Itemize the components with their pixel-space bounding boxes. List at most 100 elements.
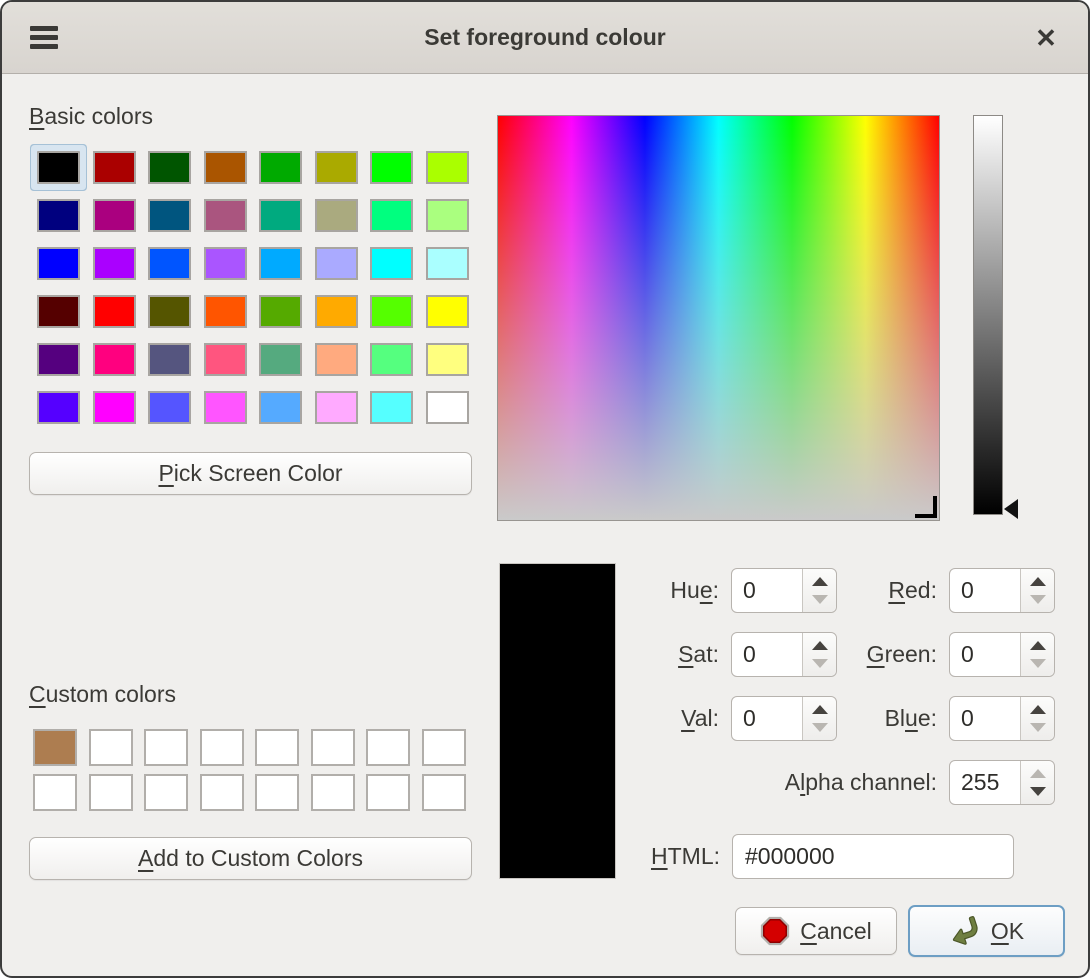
hue-sat-cursor-icon [915,496,937,518]
color-swatch[interactable] [426,343,469,376]
color-swatch[interactable] [426,151,469,184]
alpha-spin-buttons [1020,761,1054,804]
color-swatch[interactable] [259,151,302,184]
value-slider-arrow-icon[interactable] [1004,499,1018,519]
color-swatch[interactable] [93,151,136,184]
green-spin-buttons [1020,633,1054,676]
color-swatch[interactable] [422,729,466,766]
html-label: HTML: [602,834,720,879]
color-swatch[interactable] [426,391,469,424]
color-swatch[interactable] [315,247,358,280]
hue-saturation-gradient[interactable] [497,115,940,521]
close-button[interactable]: ✕ [1028,20,1064,56]
color-swatch[interactable] [37,151,80,184]
color-swatch[interactable] [37,247,80,280]
color-swatch[interactable] [422,774,466,811]
spin-down-icon[interactable] [1030,723,1046,732]
spin-down-icon[interactable] [1030,595,1046,604]
color-swatch[interactable] [144,729,188,766]
color-swatch[interactable] [315,295,358,328]
spin-down-icon[interactable] [1030,659,1046,668]
alpha-value[interactable]: 255 [961,761,1018,804]
color-swatch[interactable] [259,199,302,232]
color-swatch[interactable] [204,151,247,184]
color-swatch[interactable] [144,774,188,811]
add-to-custom-colors-button[interactable]: Add to Custom Colors [29,837,472,880]
hue-label: Hue: [582,568,719,613]
spin-up-icon[interactable] [1030,641,1046,650]
color-swatch[interactable] [311,774,355,811]
color-swatch[interactable] [37,295,80,328]
color-swatch[interactable] [93,391,136,424]
color-swatch[interactable] [93,343,136,376]
color-swatch[interactable] [89,774,133,811]
color-swatch[interactable] [370,151,413,184]
color-swatch[interactable] [426,295,469,328]
window-menu-button[interactable] [30,26,58,50]
color-swatch[interactable] [93,295,136,328]
color-swatch[interactable] [37,343,80,376]
html-hex-input[interactable] [732,834,1014,879]
custom-colors-label: Custom colors [29,681,176,708]
add-to-custom-colors-label: Add to Custom Colors [138,845,363,872]
color-swatch[interactable] [370,391,413,424]
red-spin-buttons [1020,569,1054,612]
color-swatch[interactable] [200,729,244,766]
color-swatch[interactable] [204,343,247,376]
color-swatch[interactable] [93,199,136,232]
green-value[interactable]: 0 [961,633,1018,676]
color-swatch[interactable] [370,295,413,328]
color-swatch[interactable] [204,247,247,280]
color-swatch[interactable] [204,199,247,232]
cancel-button[interactable]: Cancel [735,907,897,955]
color-swatch[interactable] [315,151,358,184]
color-swatch[interactable] [370,199,413,232]
blue-spinbox: 0 [949,696,1055,741]
color-swatch[interactable] [37,391,80,424]
color-swatch[interactable] [148,295,191,328]
color-swatch[interactable] [426,199,469,232]
spin-down-icon[interactable] [1030,787,1046,796]
sat-label: Sat: [582,632,719,677]
color-swatch[interactable] [148,151,191,184]
ok-button[interactable]: OK [908,905,1065,957]
color-swatch[interactable] [93,247,136,280]
color-swatch[interactable] [204,295,247,328]
color-swatch[interactable] [426,247,469,280]
color-swatch[interactable] [259,391,302,424]
cancel-label: Cancel [800,918,872,945]
color-swatch[interactable] [370,343,413,376]
color-swatch[interactable] [370,247,413,280]
color-swatch[interactable] [148,343,191,376]
color-swatch[interactable] [148,247,191,280]
color-swatch[interactable] [259,343,302,376]
color-swatch[interactable] [315,343,358,376]
color-swatch[interactable] [315,391,358,424]
pick-screen-color-button[interactable]: Pick Screen Color [29,452,472,495]
color-swatch[interactable] [204,391,247,424]
color-swatch[interactable] [33,729,77,766]
color-swatch[interactable] [311,729,355,766]
blue-value[interactable]: 0 [961,697,1018,740]
pick-screen-color-label: Pick Screen Color [158,460,342,487]
red-label: Red: [762,568,937,613]
color-swatch[interactable] [366,729,410,766]
color-swatch[interactable] [37,199,80,232]
color-swatch[interactable] [255,774,299,811]
spin-up-icon[interactable] [1030,705,1046,714]
color-swatch[interactable] [255,729,299,766]
spin-up-icon[interactable] [1030,577,1046,586]
color-swatch[interactable] [148,199,191,232]
red-value[interactable]: 0 [961,569,1018,612]
color-swatch[interactable] [315,199,358,232]
value-slider[interactable] [973,115,1003,515]
ok-label: OK [991,918,1024,945]
color-swatch[interactable] [259,295,302,328]
color-swatch[interactable] [366,774,410,811]
color-swatch[interactable] [259,247,302,280]
color-swatch[interactable] [89,729,133,766]
color-swatch[interactable] [148,391,191,424]
color-swatch[interactable] [200,774,244,811]
spin-up-icon[interactable] [1030,769,1046,778]
color-swatch[interactable] [33,774,77,811]
